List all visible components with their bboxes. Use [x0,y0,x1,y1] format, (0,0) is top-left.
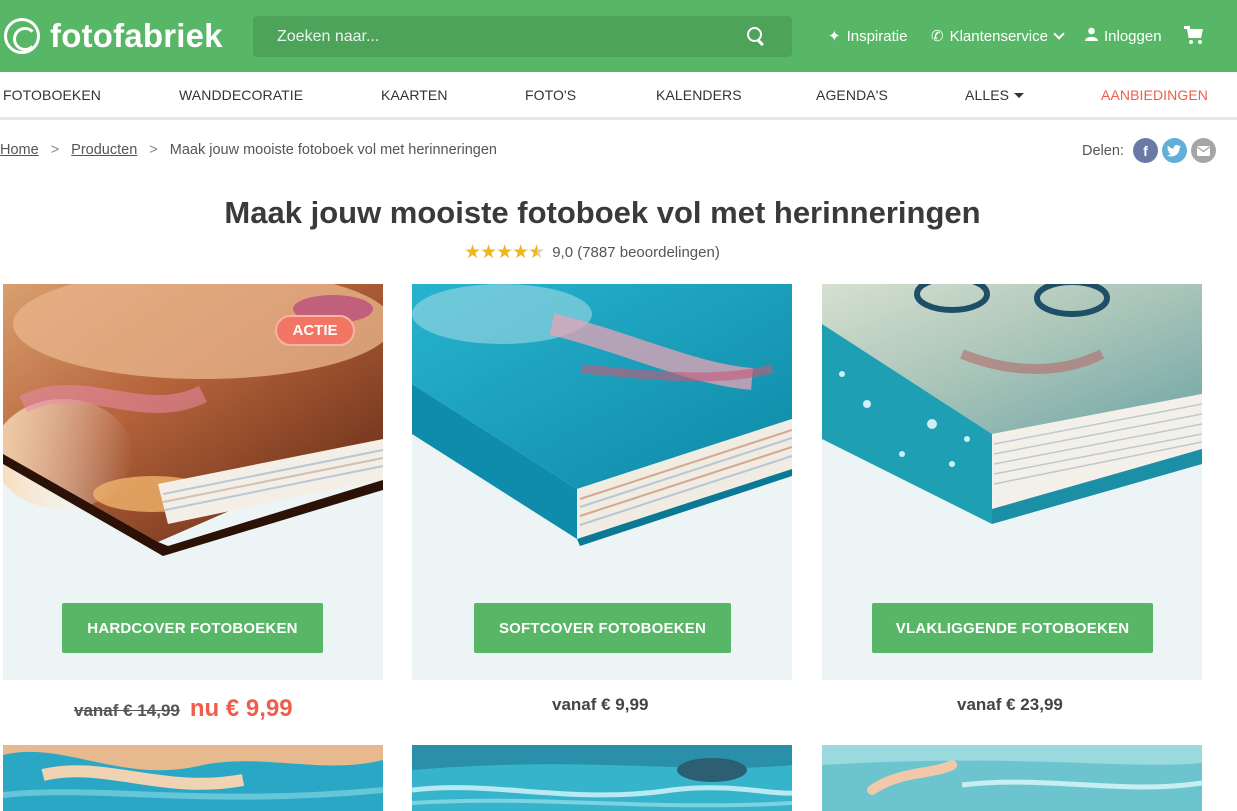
cat-fotos[interactable]: FOTO'S [525,87,576,103]
cat-alles[interactable]: ALLES [965,87,1025,103]
price-vlakliggend: vanaf € 23,99 [957,695,1063,714]
softcover-fotoboeken-button[interactable]: SOFTCOVER FOTOBOEKEN [474,603,731,653]
rating-text: 9,0 (7887 beoordelingen) [552,244,720,261]
vlakliggende-fotoboeken-button[interactable]: VLAKLIGGENDE FOTOBOEKEN [872,603,1153,653]
cat-alles-label: ALLES [965,87,1010,103]
price-softcover: vanaf € 9,99 [552,695,649,714]
cat-kaarten[interactable]: KAARTEN [381,87,448,103]
breadcrumb: Home > Producten > Maak jouw mooiste fot… [0,142,497,158]
breadcrumb-separator: > [50,142,60,158]
chevron-down-icon [1053,27,1065,40]
product-image-vlakliggend [822,284,1202,584]
category-nav: FOTOBOEKEN WANDDECORATIE KAARTEN FOTO'S … [0,72,1237,120]
product-image-row2-2[interactable] [412,745,792,811]
product-card-vlakliggend[interactable]: VLAKLIGGENDE FOTOBOEKEN [822,284,1202,680]
twitter-icon[interactable] [1161,138,1187,163]
cart-icon[interactable] [1184,26,1204,44]
hardcover-fotoboeken-button[interactable]: HARDCOVER FOTOBOEKEN [62,603,323,653]
product-card-hardcover[interactable]: ACTIE HARDCOVER FOTOBOEKEN [3,284,383,680]
logo-icon [4,18,40,54]
mail-icon[interactable] [1190,138,1216,163]
login-link[interactable]: Inloggen [1085,24,1162,48]
product-card-softcover[interactable]: SOFTCOVER FOTOBOEKEN [412,284,792,680]
breadcrumb-current: Maak jouw mooiste fotoboek vol met herin… [169,142,497,158]
phone-icon: ✆ [931,28,944,45]
klantenservice-label: Klantenservice [949,27,1048,45]
old-price: vanaf € 14,99 [74,701,180,720]
sale-price: nu € 9,99 [189,695,293,722]
login-label: Inloggen [1104,27,1162,45]
cat-aanbiedingen[interactable]: AANBIEDINGEN [1101,87,1208,103]
breadcrumb-separator: > [149,142,158,158]
actie-badge: ACTIE [275,315,355,346]
share-bar: Delen: f [1082,138,1216,163]
user-icon [1085,27,1098,45]
klantenservice-menu[interactable]: ✆ Klantenservice [931,24,1065,48]
product-image-row2-1[interactable] [3,745,383,811]
caret-down-icon [1014,93,1025,98]
top-bar: fotofabriek ✦ Inspiratie ✆ Klantenservic… [0,0,1237,72]
price-hardcover: vanaf € 14,99 nu € 9,99 [74,695,293,723]
share-label: Delen: [1082,142,1124,159]
logo-text: fotofabriek [50,17,223,54]
inspiratie-label: Inspiratie [846,27,908,45]
sparkle-icon: ✦ [828,28,841,45]
product-image-softcover [412,284,792,584]
cat-wanddecoratie[interactable]: WANDDECORATIE [179,87,303,103]
search-input[interactable] [277,27,746,46]
breadcrumb-home[interactable]: Home [0,142,39,158]
facebook-icon[interactable]: f [1132,138,1158,163]
breadcrumb-producten[interactable]: Producten [71,142,137,158]
cat-agendas[interactable]: AGENDA'S [816,87,888,103]
logo[interactable]: fotofabriek [4,16,223,56]
page-title: Maak jouw mooiste fotoboek vol met herin… [224,195,981,230]
search-icon[interactable] [746,26,768,48]
inspiratie-link[interactable]: ✦ Inspiratie [828,24,907,48]
product-image-row2-3[interactable] [822,745,1202,811]
cat-kalenders[interactable]: KALENDERS [656,87,742,103]
rating: ★★★★★ 9,0 (7887 beoordelingen) [464,241,720,264]
search-bar [253,16,792,57]
cat-fotoboeken[interactable]: FOTOBOEKEN [3,87,101,103]
star-rating-icon: ★★★★★ [464,242,545,263]
